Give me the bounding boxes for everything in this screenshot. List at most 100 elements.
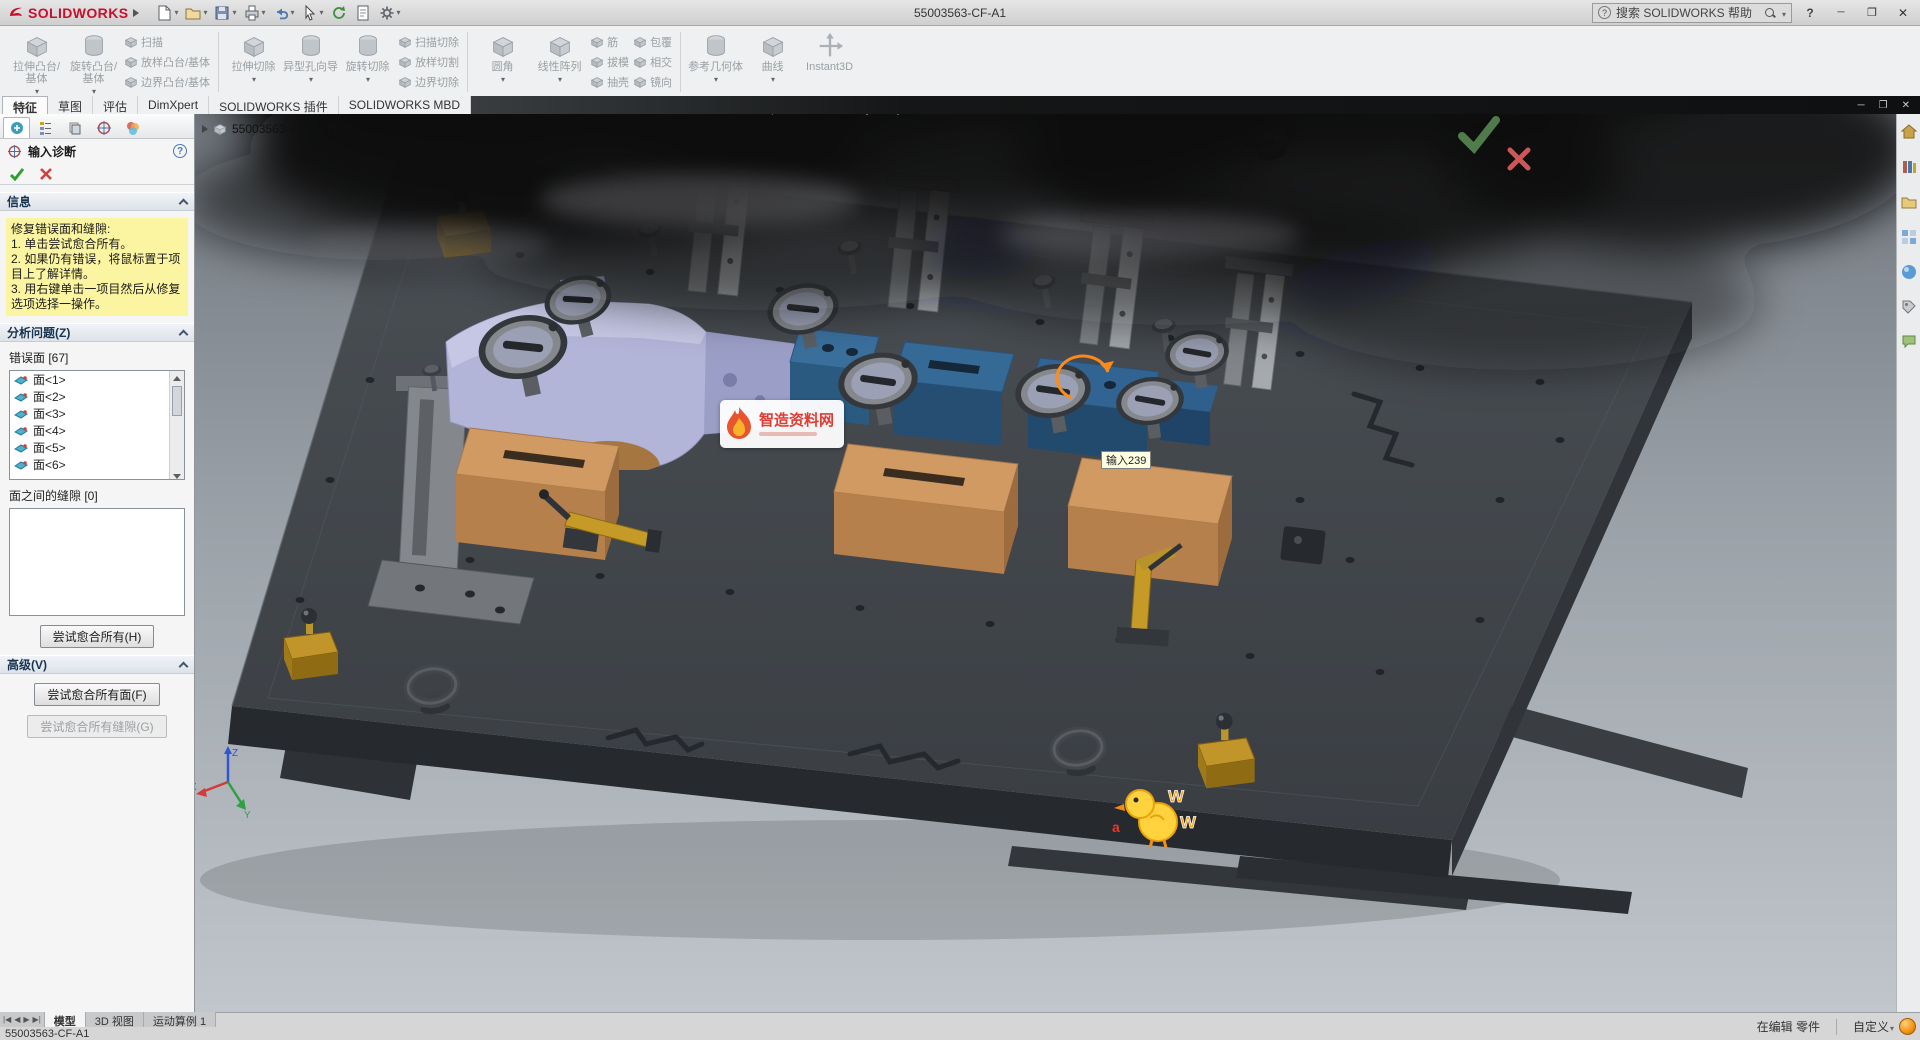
hole-wizard-button[interactable]: 异型孔向导 <box>282 29 339 86</box>
boundary-boss-base-button[interactable]: 边界凸台/基体 <box>124 74 210 90</box>
last-tab-icon[interactable] <box>33 1015 41 1024</box>
revolved-cut-button[interactable]: 旋转切除 <box>339 29 396 86</box>
help-button[interactable] <box>1797 3 1823 23</box>
file-explorer-icon[interactable] <box>1899 192 1919 212</box>
undo-button[interactable] <box>269 3 298 23</box>
tab-model[interactable]: 模型 <box>45 1012 86 1027</box>
mirror-button[interactable]: 镜向 <box>633 74 672 90</box>
shell-button[interactable]: 抽壳 <box>590 74 629 90</box>
intersect-button[interactable]: 相交 <box>633 54 672 70</box>
heal-all-faces-button[interactable]: 尝试愈合所有面(F) <box>34 683 159 706</box>
confirm-cancel-icon[interactable] <box>1506 146 1532 172</box>
analyze-section-header[interactable]: 分析问题(Z) <box>0 323 194 342</box>
face-list-scrollbar[interactable] <box>169 371 184 479</box>
instant3d-button[interactable]: Instant3D <box>801 29 858 73</box>
face-list-item[interactable]: 面<1> <box>10 371 184 388</box>
open-document-button[interactable] <box>181 3 210 23</box>
curves-button[interactable]: 曲线 <box>744 29 801 86</box>
face-list-item[interactable]: 面<5> <box>10 439 184 456</box>
small-bracket[interactable] <box>1280 526 1326 565</box>
print-button[interactable] <box>240 3 269 23</box>
search-dropdown-caret[interactable] <box>1781 6 1786 20</box>
view-palette-icon[interactable] <box>1899 227 1919 247</box>
faulty-faces-list[interactable]: 面<1> 面<2> 面<3> 面<4> 面<5> 面<6> <box>9 370 185 480</box>
tab-evaluate[interactable]: 评估 <box>93 96 138 114</box>
appearances-scenes-icon[interactable] <box>1899 262 1919 282</box>
bottom-bar: 模型 3D 视图 运动算例 1 55003563-CF-A1 在编辑 零件 自定… <box>0 1012 1920 1040</box>
custom-properties-icon[interactable] <box>1899 297 1919 317</box>
close-button[interactable] <box>1890 3 1916 23</box>
display-manager-tab[interactable] <box>119 117 146 138</box>
extruded-cut-button[interactable]: 拉伸切除 <box>225 29 282 86</box>
gaps-list[interactable] <box>9 508 185 616</box>
prev-tab-icon[interactable] <box>14 1015 20 1024</box>
feature-manager-tab[interactable] <box>32 117 59 138</box>
rib-button[interactable]: 筋 <box>590 34 629 50</box>
doc-minimize-icon[interactable] <box>1858 100 1865 111</box>
search-input[interactable]: 搜索 SOLIDWORKS 帮助 <box>1592 3 1792 23</box>
maximize-button[interactable] <box>1859 3 1885 23</box>
file-properties-button[interactable] <box>351 3 375 23</box>
info-section-header[interactable]: 信息 <box>0 192 194 211</box>
design-library-icon[interactable] <box>1899 157 1919 177</box>
property-manager-tab[interactable] <box>3 117 30 138</box>
forum-icon[interactable] <box>1899 332 1919 352</box>
select-button[interactable] <box>298 3 327 23</box>
minimize-button[interactable] <box>1828 3 1854 23</box>
tab-sketch[interactable]: 草图 <box>48 96 93 114</box>
face-list-item[interactable]: 面<4> <box>10 422 184 439</box>
next-tab-icon[interactable] <box>23 1015 29 1024</box>
search-icon[interactable] <box>1764 7 1776 19</box>
lofted-cut-button[interactable]: 放样切割 <box>398 54 459 70</box>
tab-solidworks-mbd[interactable]: SOLIDWORKS MBD <box>339 96 471 114</box>
doc-restore-icon[interactable] <box>1879 100 1888 111</box>
search-help-icon <box>1598 6 1611 19</box>
flyout-expand-icon[interactable] <box>202 125 208 133</box>
fillet-button[interactable]: 圆角 <box>474 29 531 86</box>
face-list-item[interactable]: 面<6> <box>10 456 184 473</box>
tab-motion-study[interactable]: 运动算例 1 <box>144 1012 216 1027</box>
new-document-button[interactable] <box>152 3 181 23</box>
heal-all-gaps-button: 尝试愈合所有缝隙(G) <box>27 715 166 738</box>
swept-cut-button[interactable]: 扫描切除 <box>398 34 459 50</box>
ok-button[interactable] <box>9 166 25 182</box>
tab-solidworks-addins[interactable]: SOLIDWORKS 插件 <box>209 96 339 114</box>
face-list-item[interactable]: 面<2> <box>10 388 184 405</box>
flyout-feature-tree[interactable]: 55003563-CF-A1 (默认... <box>202 120 365 137</box>
3d-viewport-scene[interactable]: a W W Z X Y <box>195 114 1896 1012</box>
watermark-subtext-bar <box>759 432 817 436</box>
advanced-section-header[interactable]: 高级(V) <box>0 655 194 674</box>
wrap-button[interactable]: 包覆 <box>633 34 672 50</box>
tab-dimxpert[interactable]: DimXpert <box>138 96 209 114</box>
lofted-boss-base-button[interactable]: 放样凸台/基体 <box>124 54 210 70</box>
rebuild-button[interactable] <box>327 3 351 23</box>
graphics-area[interactable]: a W W Z X Y <box>195 114 1896 1012</box>
customize-menu[interactable]: 自定义 <box>1853 1018 1894 1035</box>
scroll-down-icon[interactable] <box>170 465 184 479</box>
pm-help-icon[interactable] <box>173 144 187 158</box>
save-button[interactable] <box>210 3 239 23</box>
revolved-boss-base-button[interactable]: 旋转凸台/基体 <box>65 29 122 98</box>
cancel-button[interactable] <box>39 167 53 181</box>
extruded-boss-base-button[interactable]: 拉伸凸台/基体 <box>8 29 65 98</box>
brand-arrow-icon <box>132 8 140 18</box>
tab-features[interactable]: 特征 <box>2 96 48 114</box>
swept-boss-base-button[interactable]: 扫描 <box>124 34 210 50</box>
resources-home-icon[interactable] <box>1899 122 1919 142</box>
reference-geometry-button[interactable]: 参考几何体 <box>687 29 744 86</box>
face-list-item[interactable]: 面<3> <box>10 405 184 422</box>
first-tab-icon[interactable] <box>3 1015 11 1024</box>
tab-3d-views[interactable]: 3D 视图 <box>86 1012 144 1027</box>
scroll-up-icon[interactable] <box>170 371 184 385</box>
doc-close-icon[interactable] <box>1902 100 1910 111</box>
configuration-manager-tab[interactable] <box>61 117 88 138</box>
options-button[interactable] <box>375 3 404 23</box>
draft-button[interactable]: 拔模 <box>590 54 629 70</box>
boundary-cut-button[interactable]: 边界切除 <box>398 74 459 90</box>
scroll-thumb[interactable] <box>172 386 182 416</box>
dimxpert-manager-tab[interactable] <box>90 117 117 138</box>
web-help-orb-icon[interactable] <box>1899 1018 1916 1035</box>
heal-all-button[interactable]: 尝试愈合所有(H) <box>40 625 155 648</box>
confirm-ok-icon[interactable] <box>1456 114 1502 154</box>
linear-pattern-button[interactable]: 线性阵列 <box>531 29 588 86</box>
